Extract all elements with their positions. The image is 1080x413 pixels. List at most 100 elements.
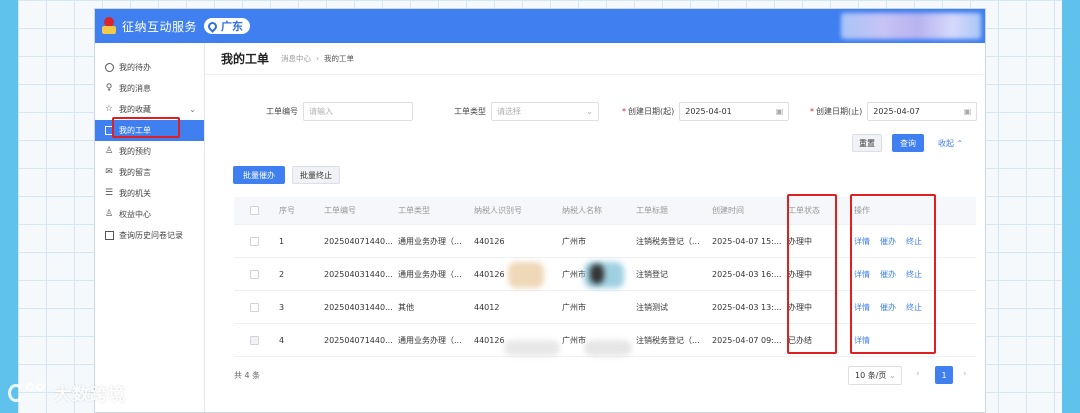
col-ticket-no: 工单编号 — [324, 206, 356, 215]
cell-status: 已办结 — [788, 335, 812, 345]
breadcrumb: 消息中心 › 我的工单 — [281, 54, 355, 63]
urge-link[interactable]: 催办 — [880, 236, 896, 247]
cell-created-time: 2025-04-03 16:... — [712, 269, 782, 279]
table-row: 1 202504071440... 通用业务办理（... 440126 广州市 … — [234, 225, 976, 258]
user-info-blurred[interactable] — [841, 13, 981, 39]
building-icon: ☰ — [104, 188, 114, 198]
row-checkbox[interactable] — [234, 269, 270, 279]
sidebar-item-agency[interactable]: ☰ 我的机关 — [95, 183, 204, 204]
tickets-table: 序号 工单编号 工单类型 纳税人识别号 纳税人名称 工单标题 创建时间 工单状态… — [234, 197, 976, 357]
row-checkbox[interactable] — [234, 236, 270, 246]
sidebar-item-favorites[interactable]: ☆ 我的收藏 ⌄ — [95, 99, 204, 120]
cell-ticket-type: 通用业务办理（... — [398, 269, 462, 279]
created-start-label: * 创建日期(起) — [622, 107, 675, 116]
sidebar-item-comments[interactable]: ✉ 我的留言 — [95, 162, 204, 183]
cell-ticket-title: 注销税务登记（... — [636, 335, 700, 345]
created-end-picker[interactable]: 2025-04-07 ▣ — [867, 102, 978, 121]
col-taxpayer-name: 纳税人名称 — [562, 206, 602, 215]
cell-status: 办理中 — [788, 236, 812, 246]
filter-ticket-type: 工单类型 请选择 ⌄ — [454, 102, 599, 121]
sidebar-item-survey-history[interactable]: 查询历史问卷记录 — [95, 225, 204, 246]
cell-status: 办理中 — [788, 269, 812, 279]
detail-link[interactable]: 详情 — [854, 269, 870, 280]
sidebar-item-my-tickets[interactable]: 我的工单 — [95, 120, 204, 141]
created-end-value: 2025-04-07 — [873, 107, 920, 116]
page-title: 我的工单 — [221, 52, 270, 66]
sidebar: 我的待办 ♀ 我的消息 ☆ 我的收藏 ⌄ 我的工单 ♙ 我的预约 ✉ 我的留言 … — [95, 43, 205, 412]
ticket-type-placeholder: 请选择 — [497, 107, 521, 116]
table-header: 序号 工单编号 工单类型 纳税人识别号 纳税人名称 工单标题 创建时间 工单状态… — [234, 197, 976, 225]
row-checkbox[interactable] — [234, 335, 270, 345]
cell-ticket-no: 202504031440... — [324, 302, 392, 312]
sidebar-item-label: 我的消息 — [119, 84, 151, 93]
cell-ticket-no: 202504071440... — [324, 236, 392, 246]
watermark-logo-icon — [8, 381, 48, 405]
cell-tin: 44012 — [474, 302, 500, 312]
batch-urge-button[interactable]: 批量催办 — [233, 166, 285, 184]
cell-actions: 详情 催办 终止 — [846, 236, 976, 247]
cell-created-time: 2025-04-07 15:... — [712, 236, 782, 246]
cell-ticket-type: 通用业务办理（... — [398, 236, 462, 246]
cell-taxpayer-name: 广州市 — [562, 302, 586, 312]
sidebar-item-appointments[interactable]: ♙ 我的预约 — [95, 141, 204, 162]
terminate-link[interactable]: 终止 — [906, 236, 922, 247]
region-selector[interactable]: 广东 — [204, 18, 251, 34]
sidebar-item-messages[interactable]: ♀ 我的消息 — [95, 78, 204, 99]
document-icon — [104, 126, 114, 136]
next-page-button[interactable]: › — [963, 369, 967, 379]
cell-ticket-type: 其他 — [398, 302, 414, 312]
sidebar-item-label: 我的待办 — [119, 63, 151, 72]
calendar-icon: ▣ — [963, 107, 972, 116]
cell-ticket-title: 注销测试 — [636, 302, 668, 312]
document-icon — [104, 231, 114, 241]
col-actions: 操作 — [854, 206, 870, 215]
sidebar-item-label: 我的机关 — [119, 189, 151, 198]
row-checkbox[interactable] — [234, 302, 270, 312]
detail-link[interactable]: 详情 — [854, 236, 870, 247]
star-icon: ☆ — [104, 104, 114, 114]
breadcrumb-item[interactable]: 消息中心 — [281, 54, 311, 63]
sidebar-item-benefits[interactable]: ♙ 权益中心 — [95, 204, 204, 225]
filter-created-start: * 创建日期(起) 2025-04-01 ▣ — [622, 102, 790, 121]
cell-actions: 详情 — [846, 335, 976, 346]
col-ticket-title: 工单标题 — [636, 206, 668, 215]
select-all-checkbox[interactable] — [234, 206, 270, 215]
terminate-link[interactable]: 终止 — [906, 302, 922, 313]
sidebar-item-label: 我的预约 — [119, 147, 151, 156]
cell-taxpayer-name: 广州市 — [562, 236, 586, 246]
col-created-time: 创建时间 — [712, 206, 744, 215]
page-size-select[interactable]: 10 条/页 ⌄ — [848, 366, 902, 385]
terminate-link[interactable]: 终止 — [906, 269, 922, 280]
watermark: 大数跨境 — [8, 380, 126, 405]
ticket-type-label: 工单类型 — [454, 107, 486, 116]
calendar-icon: ▣ — [775, 107, 784, 116]
top-header: 征纳互动服务 广东 — [95, 9, 985, 43]
ticket-no-input[interactable]: 请输入 — [303, 102, 413, 121]
cell-taxpayer-name: 广州市 — [562, 269, 586, 279]
cell-index: 2 — [279, 269, 285, 279]
chevron-down-icon: ⌄ — [889, 371, 896, 380]
urge-link[interactable]: 催办 — [880, 269, 896, 280]
cell-ticket-no: 202504071440... — [324, 335, 392, 345]
ticket-type-select[interactable]: 请选择 ⌄ — [491, 102, 599, 121]
collapse-link[interactable]: 收起 ⌃ — [938, 138, 963, 149]
chevron-down-icon: ⌄ — [586, 107, 593, 116]
detail-link[interactable]: 详情 — [854, 302, 870, 313]
created-start-picker[interactable]: 2025-04-01 ▣ — [679, 102, 790, 121]
page-header: 我的工单 消息中心 › 我的工单 — [205, 43, 985, 75]
table-row: 3 202504031440... 其他 44012 广州市 注销测试 2025… — [234, 291, 976, 324]
batch-stop-button[interactable]: 批量终止 — [292, 166, 340, 184]
chevron-down-icon[interactable]: ⌄ — [189, 105, 196, 114]
prev-page-button[interactable]: ‹ — [916, 369, 920, 379]
reset-button[interactable]: 重置 — [852, 134, 882, 152]
query-button[interactable]: 查询 — [892, 134, 924, 152]
col-ticket-type: 工单类型 — [398, 206, 430, 215]
cell-actions: 详情 催办 终止 — [846, 302, 976, 313]
page-number-current[interactable]: 1 — [935, 366, 953, 384]
cell-ticket-title: 注销税务登记（... — [636, 236, 700, 246]
cell-status: 办理中 — [788, 302, 812, 312]
sidebar-item-todo[interactable]: 我的待办 — [95, 57, 204, 78]
filter-ticket-no: 工单编号 请输入 — [266, 102, 413, 121]
detail-link[interactable]: 详情 — [854, 335, 870, 346]
urge-link[interactable]: 催办 — [880, 302, 896, 313]
